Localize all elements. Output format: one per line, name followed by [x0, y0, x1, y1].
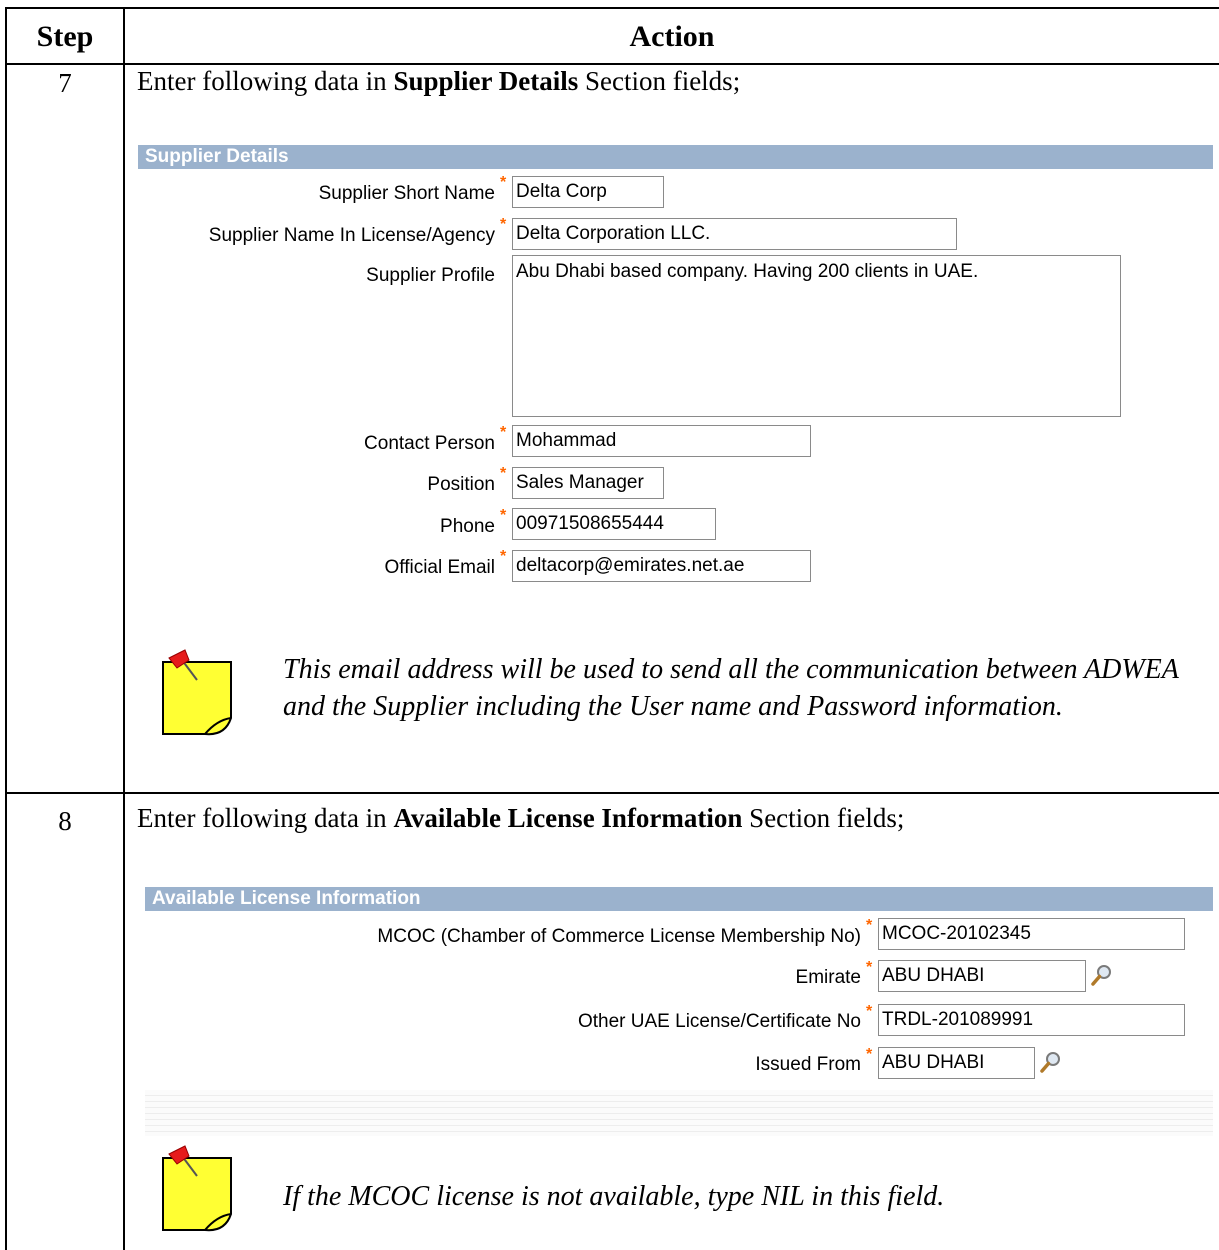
official-email-input[interactable]: deltacorp@emirates.net.ae [512, 550, 811, 582]
required-marker: * [500, 465, 507, 482]
supplier-profile-textarea[interactable]: Abu Dhabi based company. Having 200 clie… [512, 255, 1121, 417]
issued-from-input[interactable]: ABU DHABI [878, 1047, 1035, 1079]
instruction-text: Enter following data in [137, 803, 394, 833]
required-marker: * [500, 216, 507, 233]
contact-person-input[interactable]: Mohammad [512, 425, 811, 457]
instruction-section-name: Supplier Details [393, 66, 579, 96]
required-marker: * [866, 1046, 873, 1063]
position-input[interactable]: Sales Manager [512, 467, 664, 499]
table-border-top [5, 7, 1219, 9]
table-header-divider [5, 63, 1219, 65]
label-mcoc: MCOC (Chamber of Commerce License Member… [377, 926, 861, 947]
emirate-input[interactable]: ABU DHABI [878, 960, 1086, 992]
label-position: Position [427, 474, 495, 495]
other-license-input[interactable]: TRDL-201089991 [878, 1004, 1185, 1036]
table-column-divider [123, 7, 125, 1250]
required-marker: * [500, 424, 507, 441]
required-marker: * [866, 1003, 873, 1020]
form-footer-stripes [145, 1090, 1213, 1136]
step-number: 8 [58, 806, 72, 836]
table-border-left [5, 7, 7, 1250]
sticky-note-pin-icon [162, 1145, 232, 1232]
step-instruction: Enter following data in Available Licens… [137, 803, 904, 834]
label-supplier-short-name: Supplier Short Name [318, 183, 495, 204]
required-marker: * [866, 917, 873, 934]
instruction-text: Section fields; [742, 803, 905, 833]
label-supplier-name-license: Supplier Name In License/Agency [208, 225, 495, 246]
required-marker: * [500, 174, 507, 191]
instruction-text: Enter following data in [137, 66, 394, 96]
column-header-action: Action [629, 20, 715, 53]
note-email-usage: This email address will be used to send … [283, 654, 1179, 722]
note-mcoc-nil: If the MCOC license is not available, ty… [283, 1181, 945, 1212]
magnifier-icon[interactable] [1090, 963, 1114, 987]
table-row-divider [5, 792, 1219, 794]
label-phone: Phone [440, 516, 495, 537]
supplier-short-name-input[interactable]: Delta Corp [512, 176, 664, 208]
required-marker: * [500, 548, 507, 565]
sticky-note-pin-icon [162, 649, 232, 736]
phone-input[interactable]: 00971508655444 [512, 508, 716, 540]
label-official-email: Official Email [384, 557, 495, 578]
instruction-section-name: Available License Information [393, 803, 743, 833]
supplier-name-license-input[interactable]: Delta Corporation LLC. [512, 218, 957, 250]
label-other-license: Other UAE License/Certificate No [577, 1011, 861, 1032]
section-header-available-license: Available License Information [145, 887, 1213, 911]
label-emirate: Emirate [795, 967, 861, 988]
label-contact-person: Contact Person [364, 433, 495, 454]
magnifier-icon[interactable] [1039, 1050, 1063, 1074]
column-header-step: Step [36, 20, 94, 53]
label-issued-from: Issued From [755, 1054, 861, 1075]
mcoc-input[interactable]: MCOC-20102345 [878, 918, 1185, 950]
instruction-text: Section fields; [578, 66, 741, 96]
label-supplier-profile: Supplier Profile [366, 265, 495, 286]
section-header-supplier-details: Supplier Details [138, 145, 1213, 169]
step-number: 7 [58, 68, 72, 98]
step-instruction: Enter following data in Supplier Details… [137, 66, 740, 97]
required-marker: * [866, 959, 873, 976]
required-marker: * [500, 507, 507, 524]
